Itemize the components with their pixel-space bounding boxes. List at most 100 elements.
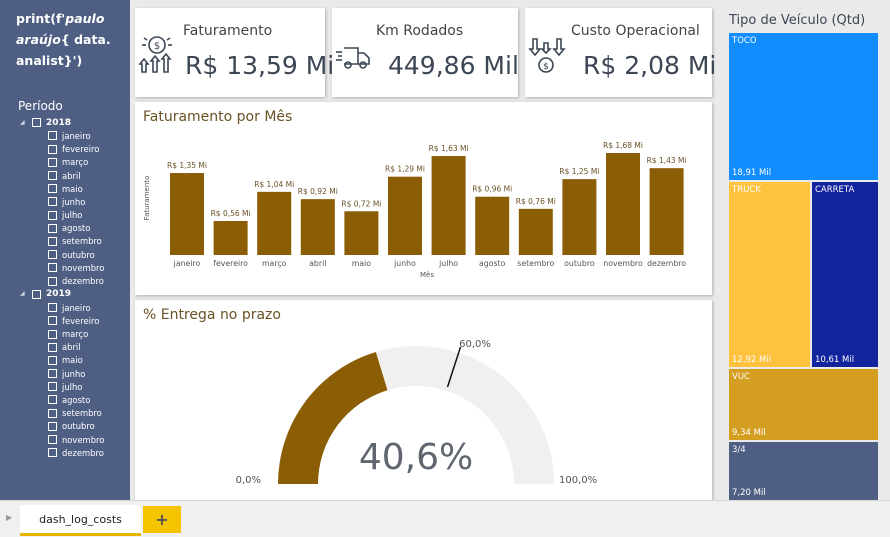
slicer-month-2019-2[interactable]: fevereiro (18, 314, 128, 327)
data-label: R$ 1,35 Mi (167, 161, 207, 170)
slicer-month-label: agosto (62, 394, 91, 405)
treemap-tile-3-4[interactable]: 3/4 7,20 Mil (729, 442, 878, 500)
slicer-month-2018-7[interactable]: julho (18, 209, 128, 222)
bar-abril[interactable] (300, 199, 335, 255)
slicer-month-2018-5[interactable]: maio (18, 182, 128, 195)
checkbox[interactable] (48, 408, 57, 418)
treemap-tile-truck[interactable]: TRUCK 12,92 Mil (729, 182, 810, 367)
slicer-month-2018-2[interactable]: fevereiro (18, 143, 128, 156)
slicer-month-label: junho (62, 368, 86, 379)
checkbox[interactable] (48, 369, 57, 379)
bar-janeiro[interactable] (170, 173, 204, 255)
checkbox[interactable] (48, 435, 57, 444)
x-tick-label: abril (309, 259, 326, 268)
checkbox[interactable] (48, 382, 57, 392)
faturamento-por-mes-card: Faturamento por Mês R$ 1,35 Mi janeiro R$ … (135, 102, 712, 295)
slicer-month-2018-12[interactable]: dezembro (18, 274, 128, 287)
bar-junho[interactable] (388, 176, 422, 255)
slicer-year-2018[interactable]: ◢ 2018 (18, 116, 128, 129)
slicer-month-2018-1[interactable]: janeiro (18, 129, 128, 142)
slicer-year-2019[interactable]: ◢ 2019 (18, 288, 128, 301)
slicer-month-2018-11[interactable]: novembro (18, 261, 128, 274)
bar-setembro[interactable] (518, 208, 553, 255)
checkbox[interactable] (48, 342, 57, 352)
bar-novembro[interactable] (606, 153, 640, 255)
slicer-month-2019-8[interactable]: agosto (18, 393, 128, 406)
checkbox[interactable] (48, 355, 57, 365)
bar-agosto[interactable] (475, 196, 510, 255)
slicer-title: Período (18, 99, 63, 113)
checkbox[interactable] (48, 329, 57, 339)
period-slicer[interactable]: ◢ 2018 janeiro fevereiro março abril maio junho… (18, 116, 128, 459)
slicer-month-label: novembro (62, 434, 105, 445)
slicer-month-2018-9[interactable]: setembro (18, 235, 128, 248)
svg-text:$: $ (154, 41, 160, 52)
checkbox[interactable] (48, 144, 57, 154)
slicer-month-2019-10[interactable]: outubro (18, 420, 128, 433)
checkbox[interactable] (48, 421, 57, 431)
collapse-triangle-icon[interactable]: ◢ (20, 119, 26, 126)
checkbox[interactable] (32, 118, 41, 128)
slicer-month-2019-3[interactable]: março (18, 327, 128, 340)
checkbox[interactable] (48, 448, 57, 458)
slicer-month-2019-11[interactable]: novembro (18, 433, 128, 446)
tab-scroll-left-icon[interactable]: ▶ (6, 513, 12, 522)
gauge-min-label: 0,0% (236, 475, 261, 486)
checkbox[interactable] (48, 184, 57, 194)
checkbox[interactable] (48, 263, 57, 273)
bar-outubro[interactable] (562, 179, 597, 255)
checkbox[interactable] (48, 157, 57, 167)
logo: print(f'paulo araújo{ data. analist}') (16, 8, 126, 71)
checkbox[interactable] (48, 131, 57, 141)
slicer-month-2018-3[interactable]: março (18, 156, 128, 169)
tab-dash-log-costs[interactable]: dash_log_costs (20, 505, 141, 536)
slicer-month-label: janeiro (62, 302, 91, 313)
data-label: R$ 1,25 Mi (559, 167, 599, 176)
checkbox[interactable] (48, 223, 57, 233)
checkbox[interactable] (48, 250, 57, 260)
slicer-month-2019-5[interactable]: maio (18, 354, 128, 367)
collapse-triangle-icon[interactable]: ◢ (20, 291, 26, 297)
kpi-title: Km Rodados (376, 23, 464, 39)
slicer-month-2018-10[interactable]: outubro (18, 248, 128, 261)
x-tick-label: julho (438, 259, 458, 268)
slicer-month-2019-7[interactable]: julho (18, 380, 128, 393)
bar-chart[interactable]: R$ 1,35 Mi janeiro R$ 0,56 Mi fevereiro R$ 1… (135, 102, 712, 295)
bar-julho[interactable] (431, 156, 466, 255)
bar-maio[interactable] (344, 211, 379, 255)
checkbox[interactable] (48, 171, 57, 181)
treemap-tile-carreta[interactable]: CARRETA 10,61 Mil (812, 182, 878, 367)
slicer-month-2019-1[interactable]: janeiro (18, 301, 128, 314)
bar-fevereiro[interactable] (213, 221, 248, 255)
slicer-month-2019-12[interactable]: dezembro (18, 446, 128, 459)
treemap-tile-vuc[interactable]: VUC 9,34 Mil (729, 369, 878, 440)
bar-março[interactable] (257, 191, 292, 255)
slicer-month-2019-6[interactable]: junho (18, 367, 128, 380)
checkbox[interactable] (48, 395, 57, 405)
slicer-month-label: março (62, 157, 89, 168)
data-label: R$ 0,96 Mi (472, 185, 512, 194)
slicer-month-2018-4[interactable]: abril (18, 169, 128, 182)
slicer-month-label: abril (62, 170, 81, 181)
checkbox[interactable] (32, 289, 41, 299)
checkbox[interactable] (48, 197, 57, 207)
slicer-month-2019-4[interactable]: abril (18, 341, 128, 354)
gauge-chart[interactable]: 60,0% 0,0% 100,0% 40,6% (135, 300, 712, 500)
bar-dezembro[interactable] (649, 168, 684, 255)
data-label: R$ 1,68 Mi (603, 141, 643, 150)
checkbox[interactable] (48, 276, 57, 286)
checkbox[interactable] (48, 303, 57, 313)
slicer-month-2018-6[interactable]: junho (18, 195, 128, 208)
treemap-tile-toco[interactable]: TOCO 18,91 Mil (729, 33, 878, 180)
checkbox[interactable] (48, 210, 57, 220)
add-page-button[interactable]: + (143, 506, 181, 533)
treemap-tile-value: 18,91 Mil (732, 168, 772, 178)
slicer-month-2018-8[interactable]: agosto (18, 222, 128, 235)
gauge-value: 40,6% (359, 437, 473, 478)
x-tick-label: outubro (564, 259, 595, 268)
x-tick-label: novembro (603, 259, 643, 268)
slicer-month-2019-9[interactable]: setembro (18, 407, 128, 420)
checkbox[interactable] (48, 236, 57, 246)
checkbox[interactable] (48, 316, 57, 326)
slicer-month-label: dezembro (62, 276, 104, 287)
